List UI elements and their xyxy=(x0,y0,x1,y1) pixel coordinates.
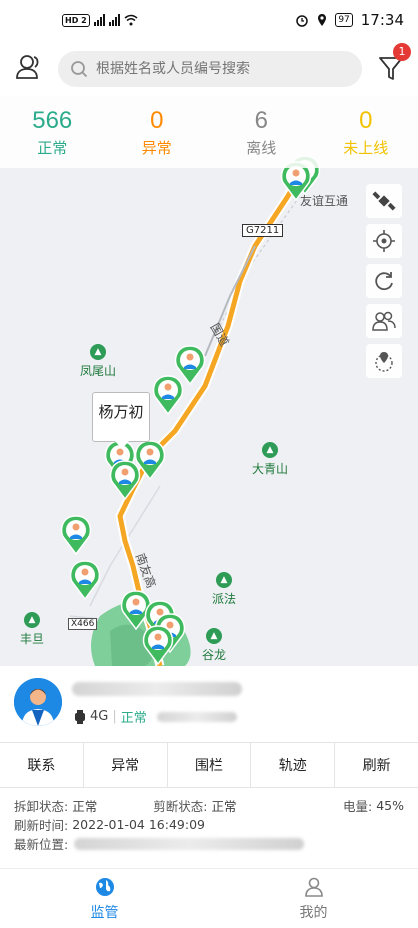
status-summary: 566 正常 0 异常 6 离线 0 未上线 xyxy=(0,96,418,168)
stat-normal[interactable]: 566 正常 xyxy=(0,96,105,168)
person-name-redacted xyxy=(72,682,242,696)
bottom-tab-bar: 监管 我的 xyxy=(0,868,418,928)
device-details: 拆卸状态: 正常 剪断状态: 正常 电量: 45% 刷新时间: 2022-01-… xyxy=(0,788,418,868)
contacts-icon[interactable] xyxy=(14,52,44,82)
stat-offline-label: 离线 xyxy=(246,138,277,157)
device-status: 4G | 正常 xyxy=(74,707,237,726)
marker-cluster[interactable] xyxy=(0,96,418,666)
signal-icon-2 xyxy=(108,14,120,26)
device-id-redacted xyxy=(156,711,237,722)
globe-icon xyxy=(95,877,114,896)
battery-value: 45% xyxy=(376,798,404,813)
location-redacted xyxy=(74,837,305,850)
map-view[interactable]: G7211 国道 ▲ 凤尾山 ▲ 大青山 ▲ 派法 ▲ 丰旦 ▲ 谷龙 X466… xyxy=(0,96,418,666)
map-tools xyxy=(366,184,402,378)
cut-value: 正常 xyxy=(211,799,237,814)
group-icon[interactable] xyxy=(366,304,402,338)
person-info[interactable] xyxy=(0,666,418,740)
alarm-icon xyxy=(296,15,309,27)
person-status: 正常 xyxy=(120,711,147,726)
signal-icon xyxy=(93,14,105,26)
status-right: 97 17:34 xyxy=(295,11,404,29)
search-icon xyxy=(71,61,88,78)
callout-name: 杨万初 xyxy=(98,403,144,421)
dismantle-value: 正常 xyxy=(72,799,98,814)
stat-not-online-count: 0 xyxy=(359,106,373,134)
filter-badge: 1 xyxy=(393,43,411,61)
contact-button[interactable]: 联系 xyxy=(0,743,84,787)
track-button[interactable]: 轨迹 xyxy=(251,743,336,787)
wifi-icon xyxy=(124,14,138,26)
locate-icon[interactable] xyxy=(366,224,402,258)
stat-normal-count: 566 xyxy=(32,106,73,134)
location-label: 最新位置: xyxy=(14,837,69,852)
refresh-icon[interactable] xyxy=(366,264,402,298)
stat-abnormal[interactable]: 0 异常 xyxy=(105,96,210,168)
signal-indicators: HD 2 xyxy=(62,13,138,27)
action-bar: 联系 异常 围栏 轨迹 刷新 xyxy=(0,742,418,788)
search-input[interactable] xyxy=(96,61,346,77)
network-type: 4G xyxy=(90,709,109,724)
avatar xyxy=(14,678,62,726)
marker-callout[interactable]: 杨万初 xyxy=(92,392,150,449)
fence-button[interactable]: 围栏 xyxy=(168,743,252,787)
tab-monitor-label: 监管 xyxy=(90,904,119,921)
app-screen: HD 2 97 17:34 1 xyxy=(0,0,418,928)
abnormal-button[interactable]: 异常 xyxy=(84,743,168,787)
stat-abnormal-count: 0 xyxy=(150,106,164,134)
tab-monitor[interactable]: 监管 xyxy=(0,869,209,928)
cut-label: 剪断状态: xyxy=(153,799,208,814)
search-header: 1 xyxy=(0,40,418,96)
detail-row-status: 拆卸状态: 正常 剪断状态: 正常 电量: 45% xyxy=(14,796,404,815)
refresh-button[interactable]: 刷新 xyxy=(335,743,418,787)
watch-icon xyxy=(75,709,85,724)
dismantle-label: 拆卸状态: xyxy=(14,799,69,814)
refresh-time-label: 刷新时间: xyxy=(14,818,69,833)
stat-offline[interactable]: 6 离线 xyxy=(209,96,314,168)
tab-mine[interactable]: 我的 xyxy=(209,869,418,928)
fence-pin-icon[interactable] xyxy=(366,344,402,378)
tab-mine-label: 我的 xyxy=(299,904,328,921)
refresh-time-value: 2022-01-04 16:49:09 xyxy=(72,817,205,832)
stat-normal-label: 正常 xyxy=(37,138,68,157)
satellite-icon[interactable] xyxy=(366,184,402,218)
stat-not-online[interactable]: 0 未上线 xyxy=(314,96,418,168)
detail-row-refresh: 刷新时间: 2022-01-04 16:49:09 xyxy=(14,815,404,834)
person-icon xyxy=(304,877,323,897)
hd-indicator: HD 2 xyxy=(62,13,90,27)
location-icon xyxy=(318,14,327,26)
clock: 17:34 xyxy=(360,11,404,29)
detail-row-location: 最新位置: xyxy=(14,834,404,853)
person-markers xyxy=(60,155,321,665)
battery-label: 电量: xyxy=(342,799,373,814)
battery-icon: 97 xyxy=(335,13,353,27)
status-bar: HD 2 97 17:34 xyxy=(0,0,418,40)
divider: | xyxy=(112,709,117,724)
stat-not-online-label: 未上线 xyxy=(343,138,389,157)
search-box[interactable] xyxy=(58,51,362,87)
stat-offline-count: 6 xyxy=(254,106,268,134)
stat-abnormal-label: 异常 xyxy=(141,138,172,157)
